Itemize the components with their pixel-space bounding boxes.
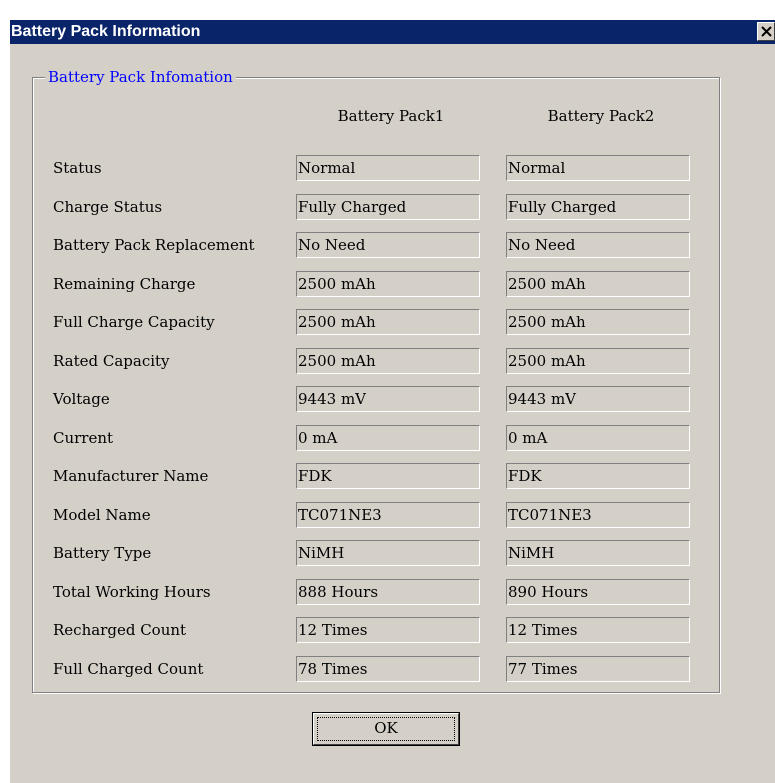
- pack2-model-name-field[interactable]: TC071NE3: [506, 502, 690, 528]
- label-total-working-hours: Total Working Hours: [53, 583, 211, 601]
- pack2-battery-pack-replacement-field[interactable]: No Need: [506, 232, 690, 258]
- pack1-manufacturer-name-field[interactable]: FDK: [296, 463, 480, 489]
- title-bar[interactable]: Battery Pack Information: [10, 20, 775, 44]
- groupbox-legend: Battery Pack Infomation: [45, 67, 236, 87]
- window-title: Battery Pack Information: [11, 23, 201, 40]
- pack1-remaining-charge-field[interactable]: 2500 mAh: [296, 271, 480, 297]
- label-rated-capacity: Rated Capacity: [53, 352, 170, 370]
- pack1-charge-status-field[interactable]: Fully Charged: [296, 194, 480, 220]
- pack2-current-field[interactable]: 0 mA: [506, 425, 690, 451]
- label-recharged-count: Recharged Count: [53, 621, 187, 639]
- label-battery-type: Battery Type: [53, 544, 152, 562]
- pack2-manufacturer-name-field[interactable]: FDK: [506, 463, 690, 489]
- pack2-charge-status-field[interactable]: Fully Charged: [506, 194, 690, 220]
- close-button[interactable]: [757, 22, 775, 41]
- pack1-full-charged-count-field[interactable]: 78 Times: [296, 656, 480, 682]
- label-charge-status: Charge Status: [53, 198, 163, 216]
- pack2-full-charge-capacity-field[interactable]: 2500 mAh: [506, 309, 690, 335]
- pack1-full-charge-capacity-field[interactable]: 2500 mAh: [296, 309, 480, 335]
- column-header-pack2: Battery Pack2: [547, 107, 655, 125]
- ok-button-label: OK: [374, 719, 398, 737]
- label-battery-pack-replacement: Battery Pack Replacement: [53, 236, 255, 254]
- label-voltage: Voltage: [53, 390, 110, 408]
- label-status: Status: [53, 159, 102, 177]
- pack1-status-field[interactable]: Normal: [296, 155, 480, 181]
- pack1-rated-capacity-field[interactable]: 2500 mAh: [296, 348, 480, 374]
- label-model-name: Model Name: [53, 506, 151, 524]
- ok-button[interactable]: OK: [312, 712, 460, 746]
- close-icon: [761, 26, 772, 37]
- pack2-battery-type-field[interactable]: NiMH: [506, 540, 690, 566]
- pack2-total-working-hours-field[interactable]: 890 Hours: [506, 579, 690, 605]
- pack2-voltage-field[interactable]: 9443 mV: [506, 386, 690, 412]
- pack1-recharged-count-field[interactable]: 12 Times: [296, 617, 480, 643]
- pack1-voltage-field[interactable]: 9443 mV: [296, 386, 480, 412]
- label-current: Current: [53, 429, 114, 447]
- pack1-model-name-field[interactable]: TC071NE3: [296, 502, 480, 528]
- pack1-battery-pack-replacement-field[interactable]: No Need: [296, 232, 480, 258]
- pack1-total-working-hours-field[interactable]: 888 Hours: [296, 579, 480, 605]
- label-full-charged-count: Full Charged Count: [53, 660, 204, 678]
- column-header-pack1: Battery Pack1: [337, 107, 445, 125]
- pack2-recharged-count-field[interactable]: 12 Times: [506, 617, 690, 643]
- label-full-charge-capacity: Full Charge Capacity: [53, 313, 215, 331]
- pack2-full-charged-count-field[interactable]: 77 Times: [506, 656, 690, 682]
- label-manufacturer-name: Manufacturer Name: [53, 467, 209, 485]
- pack2-status-field[interactable]: Normal: [506, 155, 690, 181]
- pack1-current-field[interactable]: 0 mA: [296, 425, 480, 451]
- pack1-battery-type-field[interactable]: NiMH: [296, 540, 480, 566]
- label-remaining-charge: Remaining Charge: [53, 275, 196, 293]
- pack2-remaining-charge-field[interactable]: 2500 mAh: [506, 271, 690, 297]
- pack2-rated-capacity-field[interactable]: 2500 mAh: [506, 348, 690, 374]
